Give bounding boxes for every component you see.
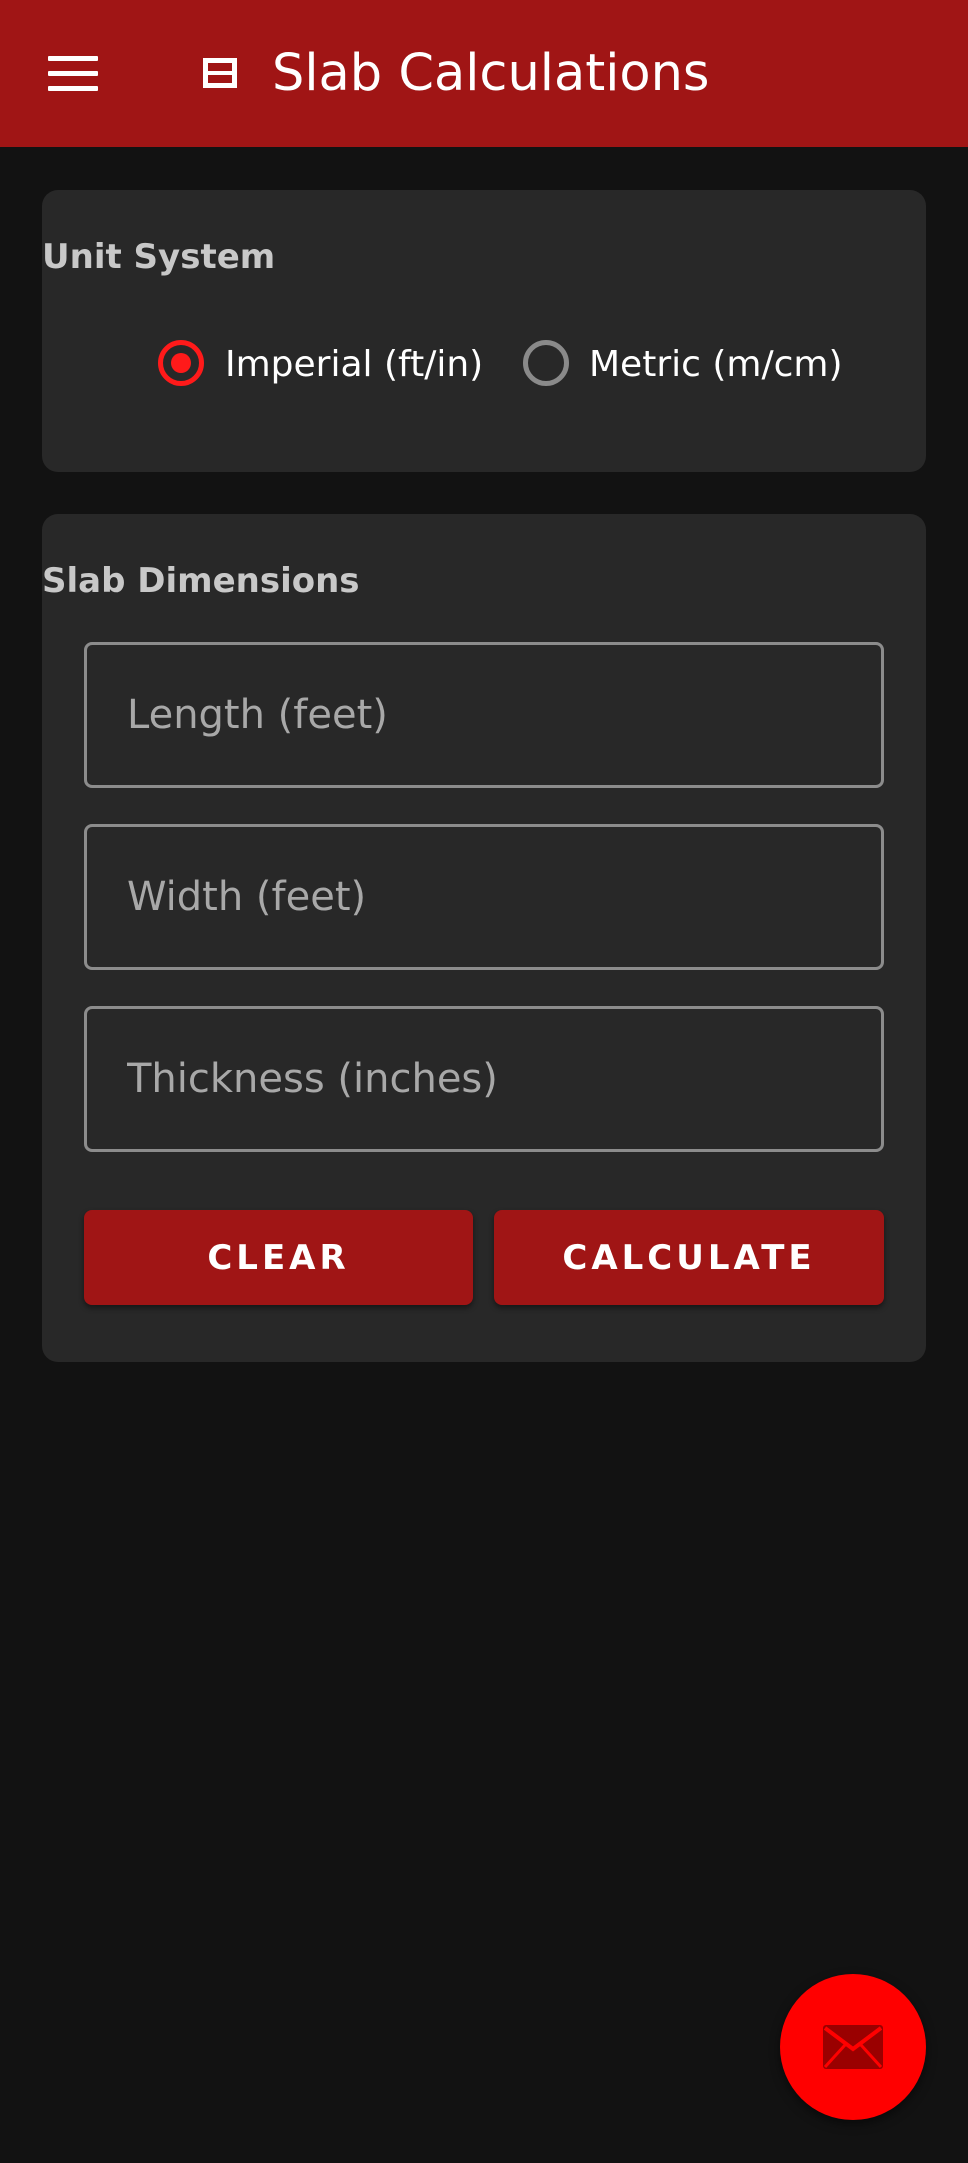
slab-icon bbox=[203, 58, 237, 88]
slab-dimensions-heading: Slab Dimensions bbox=[42, 561, 360, 601]
unit-system-heading: Unit System bbox=[42, 237, 276, 277]
mail-icon bbox=[823, 2025, 883, 2069]
clear-button[interactable]: CLEAR bbox=[84, 1210, 473, 1305]
calculate-button[interactable]: CALCULATE bbox=[494, 1210, 884, 1305]
metric-radio[interactable] bbox=[523, 340, 569, 386]
page-title: Slab Calculations bbox=[272, 44, 710, 103]
imperial-radio[interactable] bbox=[158, 340, 204, 386]
thickness-input[interactable] bbox=[84, 1006, 884, 1152]
metric-radio-label[interactable]: Metric (m/cm) bbox=[589, 343, 843, 387]
unit-system-card bbox=[42, 190, 926, 472]
mail-fab-button[interactable] bbox=[780, 1974, 926, 2120]
width-input[interactable] bbox=[84, 824, 884, 970]
hamburger-menu-icon[interactable] bbox=[48, 56, 98, 92]
imperial-radio-label[interactable]: Imperial (ft/in) bbox=[225, 343, 483, 387]
app-bar: Slab Calculations bbox=[0, 0, 968, 147]
length-input[interactable] bbox=[84, 642, 884, 788]
